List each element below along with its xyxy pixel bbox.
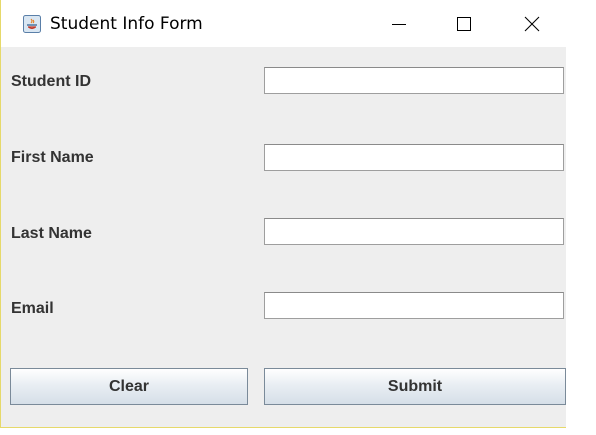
student-id-input[interactable] (264, 67, 564, 94)
maximize-button[interactable] (441, 0, 487, 47)
submit-button[interactable]: Submit (264, 368, 566, 405)
minimize-button[interactable] (376, 0, 422, 47)
student-info-window: Student Info Form Student ID First Name … (0, 0, 566, 428)
java-app-icon (23, 15, 41, 33)
maximize-icon (457, 16, 471, 31)
last-name-label: Last Name (11, 225, 92, 242)
last-name-input[interactable] (264, 218, 564, 245)
close-button[interactable] (509, 0, 555, 47)
clear-button[interactable]: Clear (10, 368, 248, 405)
minimize-icon (392, 23, 406, 25)
title-bar[interactable]: Student Info Form (1, 0, 566, 47)
window-title: Student Info Form (50, 14, 203, 34)
email-input[interactable] (264, 292, 564, 319)
first-name-label: First Name (11, 149, 94, 166)
first-name-input[interactable] (264, 144, 564, 171)
close-icon (524, 16, 540, 31)
form-panel: Student ID First Name Last Name Email Cl… (1, 47, 566, 427)
student-id-label: Student ID (11, 73, 91, 90)
email-label: Email (11, 300, 54, 317)
